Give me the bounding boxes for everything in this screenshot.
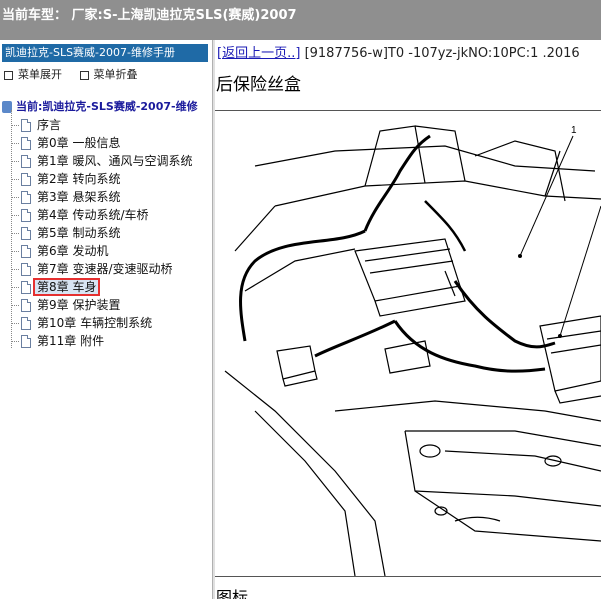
- page-title: 后保险丝盒: [216, 75, 301, 95]
- tree-item-label: 第6章 发动机: [37, 244, 109, 258]
- menu-controls: 菜单展开 菜单折叠: [4, 66, 152, 82]
- tree-item-label: 第11章 附件: [37, 334, 105, 348]
- doc-id: [9187756-w]T0 -107yz-jkNO:10PC:1 .2016: [304, 46, 580, 61]
- back-link[interactable]: [返回上一页..]: [217, 46, 300, 61]
- tree-item-label: 第0章 一般信息: [37, 136, 121, 150]
- tree-item-label: 第8章 车身: [33, 278, 101, 296]
- document-icon: [21, 191, 31, 204]
- title-bar: 当前车型： 厂家:S-上海凯迪拉克SLS(赛威)2007: [0, 0, 601, 40]
- document-icon: [21, 227, 31, 240]
- tree-item-ch2[interactable]: 第2章 转向系统: [11, 170, 120, 188]
- tree-item-ch10[interactable]: 第10章 车辆控制系统: [11, 314, 152, 332]
- tree-item-label: 第4章 传动系统/车桥: [37, 208, 149, 222]
- tree-item-ch6[interactable]: 第6章 发动机: [11, 242, 108, 260]
- rear-fuse-box-illustration: 1: [224, 125, 601, 576]
- tree-root-label: 当前:凯迪拉克-SLS赛威-2007-维修: [16, 100, 198, 113]
- tree-item-ch4[interactable]: 第4章 传动系统/车桥: [11, 206, 149, 224]
- fuse-box-diagram: 1: [215, 110, 601, 577]
- tree-item-ch11[interactable]: 第11章 附件: [11, 332, 104, 350]
- sidebar: 凯迪拉克-SLS赛威-2007-维修手册 菜单展开 菜单折叠 当前:凯迪拉克-S…: [0, 40, 212, 599]
- current-vehicle-label: 当前车型： 厂家:S-上海凯迪拉克SLS(赛威)2007: [2, 8, 297, 23]
- document-icon: [21, 137, 31, 150]
- figure-caption: 图标: [216, 588, 249, 599]
- tree-item-ch8-selected[interactable]: 第8章 车身: [11, 278, 101, 296]
- tree-item-label: 第2章 转向系统: [37, 172, 121, 186]
- document-icon: [21, 155, 31, 168]
- tree-item-ch5[interactable]: 第5章 制动系统: [11, 224, 120, 242]
- tree-item-ch7[interactable]: 第7章 变速器/变速驱动桥: [11, 260, 173, 278]
- document-icon: [21, 173, 31, 186]
- document-icon: [21, 299, 31, 312]
- tree-item-ch1[interactable]: 第1章 暖风、通风与空调系统: [11, 152, 192, 170]
- document-icon: [21, 263, 31, 276]
- tree-item-label: 第9章 保护装置: [37, 298, 121, 312]
- document-icon: [21, 335, 31, 348]
- doc-nav-line: [返回上一页..] [9187756-w]T0 -107yz-jkNO:10PC…: [217, 42, 580, 61]
- content-pane: [返回上一页..] [9187756-w]T0 -107yz-jkNO:10PC…: [215, 40, 601, 599]
- document-icon: [21, 119, 31, 132]
- tree-item-label: 第7章 变速器/变速驱动桥: [37, 262, 173, 276]
- document-icon: [21, 245, 31, 258]
- tree-item-label: 第10章 车辆控制系统: [37, 316, 153, 330]
- tree-item-ch3[interactable]: 第3章 悬架系统: [11, 188, 120, 206]
- tree-item-label: 第5章 制动系统: [37, 226, 121, 240]
- expand-icon: [4, 70, 13, 80]
- expand-menu-button[interactable]: 菜单展开: [4, 68, 62, 81]
- tree-item-ch0[interactable]: 第0章 一般信息: [11, 134, 120, 152]
- callout-number: 1: [571, 125, 577, 136]
- document-icon: [21, 209, 31, 222]
- collapse-menu-button[interactable]: 菜单折叠: [79, 68, 138, 81]
- manual-title[interactable]: 凯迪拉克-SLS赛威-2007-维修手册: [2, 44, 208, 62]
- collapse-menu-label: 菜单折叠: [93, 68, 138, 81]
- document-icon: [21, 281, 31, 294]
- document-icon: [21, 317, 31, 330]
- tree-item-preface[interactable]: 序言: [11, 116, 61, 134]
- expand-menu-label: 菜单展开: [18, 68, 62, 81]
- collapse-icon: [79, 70, 89, 80]
- tree-item-label: 序言: [37, 118, 62, 132]
- tree-item-label: 第1章 暖风、通风与空调系统: [37, 154, 193, 168]
- tree-item-ch9[interactable]: 第9章 保护装置: [11, 296, 120, 314]
- tree-root[interactable]: 当前:凯迪拉克-SLS赛威-2007-维修: [2, 98, 198, 114]
- tree-item-label: 第3章 悬架系统: [37, 190, 121, 204]
